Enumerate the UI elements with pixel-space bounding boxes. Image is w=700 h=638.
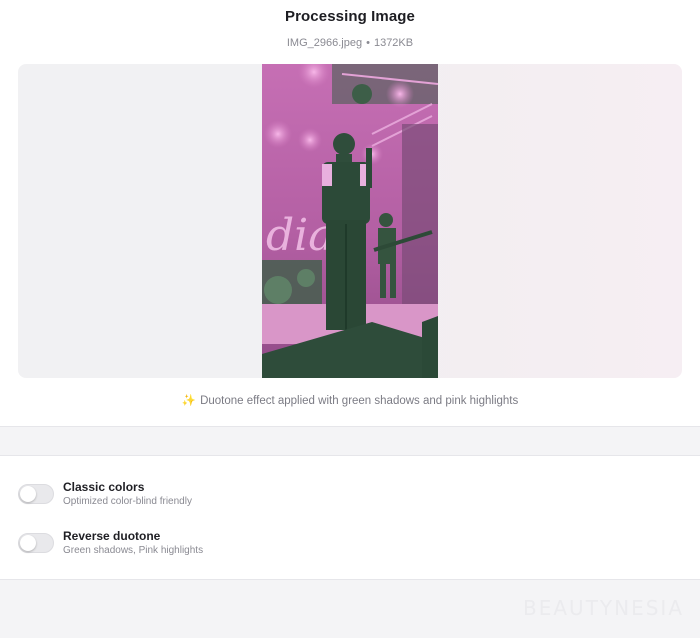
option-classic-colors: Classic colors Optimized color-blind fri… [18, 480, 418, 514]
reverse-duotone-toggle[interactable] [18, 533, 54, 553]
effect-caption: ✨ Duotone effect applied with green shado… [0, 393, 700, 407]
file-info-separator: • [366, 37, 370, 49]
duotone-photo: dia [262, 64, 438, 378]
option-reverse-duotone: Reverse duotone Green shadows, Pink high… [18, 529, 418, 563]
watermark: BEAUTYNESIA [523, 596, 684, 620]
image-preview: dia [18, 64, 682, 378]
page-title: Processing Image [285, 8, 415, 25]
file-size: 1372KB [373, 37, 414, 49]
option-description: Optimized color-blind friendly [63, 496, 192, 507]
option-title: Classic colors [63, 480, 145, 494]
caption-text: Duotone effect applied with green shadow… [200, 395, 519, 407]
options-card: Classic colors Optimized color-blind fri… [0, 455, 700, 580]
toggle-knob [20, 535, 36, 551]
classic-colors-toggle[interactable] [18, 484, 54, 504]
sparkles-icon: ✨ [181, 395, 197, 407]
processing-card: Processing Image IMG_2966.jpeg•1372KB [0, 0, 700, 427]
file-name: IMG_2966.jpeg [286, 37, 363, 49]
option-title: Reverse duotone [63, 529, 161, 543]
toggle-knob [20, 486, 36, 502]
option-description: Green shadows, Pink highlights [63, 545, 204, 556]
file-info: IMG_2966.jpeg • 1372KB [0, 37, 700, 49]
